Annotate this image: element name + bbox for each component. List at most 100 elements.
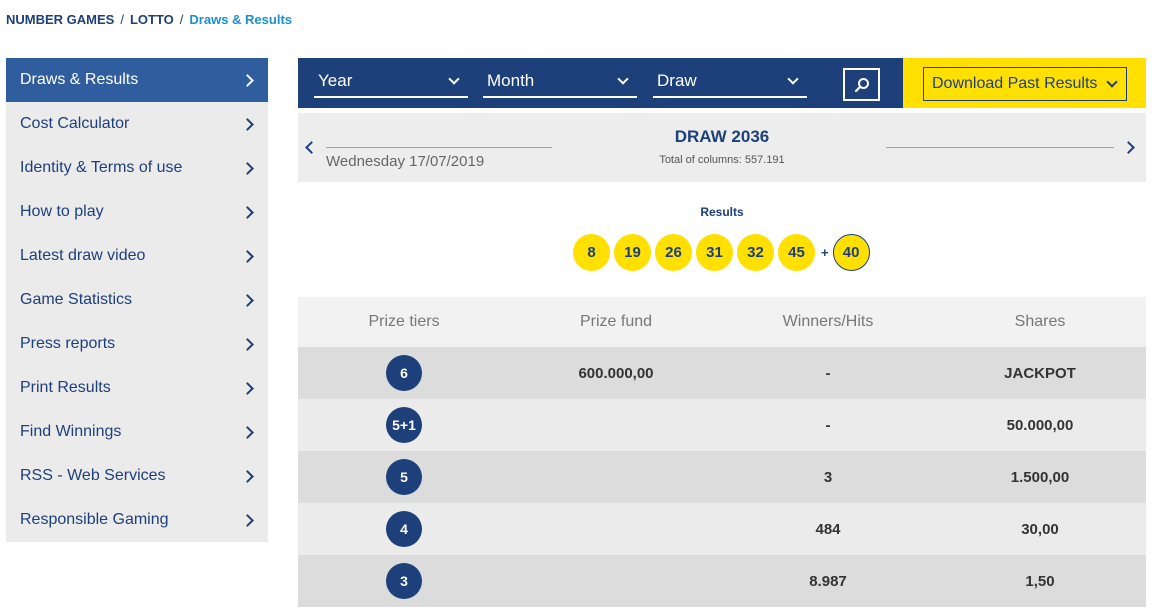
download-label: Download Past Results: [932, 75, 1098, 92]
divider: [886, 147, 1114, 148]
header-prize-fund: Prize fund: [579, 313, 653, 330]
sidebar-item-press-reports[interactable]: Press reports: [6, 322, 268, 366]
chevron-right-icon: [241, 337, 254, 351]
draw-title: DRAW 2036: [674, 127, 770, 146]
tier-cell: 4: [298, 511, 510, 547]
table-row: 5 3 1.500,00: [298, 451, 1146, 503]
breadcrumb-separator: /: [179, 12, 184, 27]
tier-badge: 6: [386, 355, 422, 391]
sidebar-item-draws-results[interactable]: Draws & Results: [6, 58, 268, 102]
chevron-down-icon: [617, 73, 629, 85]
winners-cell: -: [825, 416, 831, 434]
result-ball: 45: [778, 234, 815, 271]
prize-fund-cell: 600.000,00: [578, 364, 654, 382]
winners-cell: 484: [815, 520, 841, 538]
month-select-label: Month: [487, 71, 535, 90]
tier-badge: 4: [386, 511, 422, 547]
shares-cell: 30,00: [1021, 520, 1059, 538]
year-select-label: Year: [318, 71, 353, 90]
search-icon: [854, 77, 869, 92]
table-row: 5+1 - 50.000,00: [298, 399, 1146, 451]
tier-cell: 6: [298, 355, 510, 391]
sidebar-item-how-to-play[interactable]: How to play: [6, 190, 268, 234]
result-ball: 32: [737, 234, 774, 271]
sidebar-item-game-statistics[interactable]: Game Statistics: [6, 278, 268, 322]
chevron-right-icon: [241, 117, 254, 131]
sidebar-item-label: Latest draw video: [20, 247, 146, 264]
tier-cell: 5: [298, 459, 510, 495]
chevron-right-icon: [241, 205, 254, 219]
breadcrumb: NUMBER GAMES / LOTTO / Draws & Results: [6, 12, 292, 27]
sidebar-item-label: Print Results: [20, 379, 111, 396]
header-shares: Shares: [1014, 313, 1066, 330]
total-columns: Total of columns: 557.191: [659, 154, 785, 166]
sidebar-item-label: Press reports: [20, 335, 116, 352]
tier-badge: 3: [386, 563, 422, 599]
sidebar-item-responsible-gaming[interactable]: Responsible Gaming: [6, 498, 268, 542]
breadcrumb-current[interactable]: Draws & Results: [189, 12, 292, 27]
breadcrumb-separator: /: [120, 12, 124, 27]
draw-header: Wednesday 17/07/2019 DRAW 2036 Total of …: [298, 113, 1146, 182]
sidebar-item-label: Game Statistics: [20, 291, 133, 308]
chevron-right-icon: [241, 293, 254, 307]
chevron-down-icon: [787, 73, 799, 85]
chevron-down-icon: [1106, 76, 1118, 88]
sidebar-item-latest-draw-video[interactable]: Latest draw video: [6, 234, 268, 278]
tier-badge: 5: [386, 459, 422, 495]
sidebar-item-label: Identity & Terms of use: [20, 159, 183, 176]
prize-table: Prize tiers Prize fund Winners/Hits Shar…: [298, 297, 1146, 607]
sidebar-item-label: Draws & Results: [20, 71, 139, 88]
sidebar-item-cost-calculator[interactable]: Cost Calculator: [6, 102, 268, 146]
chevron-right-icon: [241, 425, 254, 439]
divider: [326, 147, 552, 148]
chevron-right-icon: [241, 249, 254, 263]
draw-select[interactable]: Draw: [653, 70, 807, 98]
filter-bar: Year Month Draw: [298, 58, 903, 108]
result-balls: 8 19 26 31 32 45 + 40: [573, 234, 874, 271]
chevron-right-icon: [241, 73, 254, 87]
header-winners-hits: Winners/Hits: [782, 313, 874, 330]
table-header: Prize tiers Prize fund Winners/Hits Shar…: [298, 297, 1146, 347]
draw-select-label: Draw: [657, 71, 697, 90]
plus-sign: +: [821, 245, 829, 260]
sidebar-item-label: Find Winnings: [20, 423, 122, 440]
sidebar-item-label: Cost Calculator: [20, 115, 130, 132]
shares-cell: JACKPOT: [1004, 364, 1076, 382]
chevron-down-icon: [448, 73, 460, 85]
shares-cell: 1.500,00: [1010, 468, 1070, 486]
tier-cell: 5+1: [298, 407, 510, 443]
result-ball: 26: [655, 234, 692, 271]
bonus-ball: 40: [832, 234, 870, 271]
table-row: 3 8.987 1,50: [298, 555, 1146, 607]
table-row: 4 484 30,00: [298, 503, 1146, 555]
winners-cell: 3: [823, 468, 833, 486]
result-ball: 31: [696, 234, 733, 271]
tier-cell: 3: [298, 563, 510, 599]
sidebar-item-label: How to play: [20, 203, 104, 220]
header-prize-tiers: Prize tiers: [368, 313, 440, 330]
month-select[interactable]: Month: [483, 70, 637, 98]
result-ball: 19: [614, 234, 651, 271]
result-ball: 8: [573, 234, 610, 271]
download-past-results-button[interactable]: Download Past Results: [923, 67, 1127, 101]
sidebar-item-label: RSS - Web Services: [20, 467, 166, 484]
search-button[interactable]: [843, 68, 880, 101]
chevron-right-icon: [241, 381, 254, 395]
breadcrumb-lotto[interactable]: LOTTO: [130, 12, 174, 27]
download-panel: Download Past Results: [903, 58, 1146, 108]
breadcrumb-number-games[interactable]: NUMBER GAMES: [6, 12, 114, 27]
shares-cell: 1,50: [1025, 572, 1055, 590]
chevron-right-icon: [241, 161, 254, 175]
sidebar-item-print-results[interactable]: Print Results: [6, 366, 268, 410]
sidebar-item-find-winnings[interactable]: Find Winnings: [6, 410, 268, 454]
chevron-right-icon: [241, 469, 254, 483]
sidebar-item-label: Responsible Gaming: [20, 511, 169, 528]
sidebar-item-rss-web-services[interactable]: RSS - Web Services: [6, 454, 268, 498]
sidebar-item-identity-terms[interactable]: Identity & Terms of use: [6, 146, 268, 190]
shares-cell: 50.000,00: [1006, 416, 1074, 434]
winners-cell: -: [825, 364, 831, 382]
table-row: 6 600.000,00 - JACKPOT: [298, 347, 1146, 399]
sidebar-nav: Draws & Results Cost Calculator Identity…: [6, 58, 268, 542]
year-select[interactable]: Year: [314, 70, 468, 98]
winners-cell: 8.987: [809, 572, 847, 590]
